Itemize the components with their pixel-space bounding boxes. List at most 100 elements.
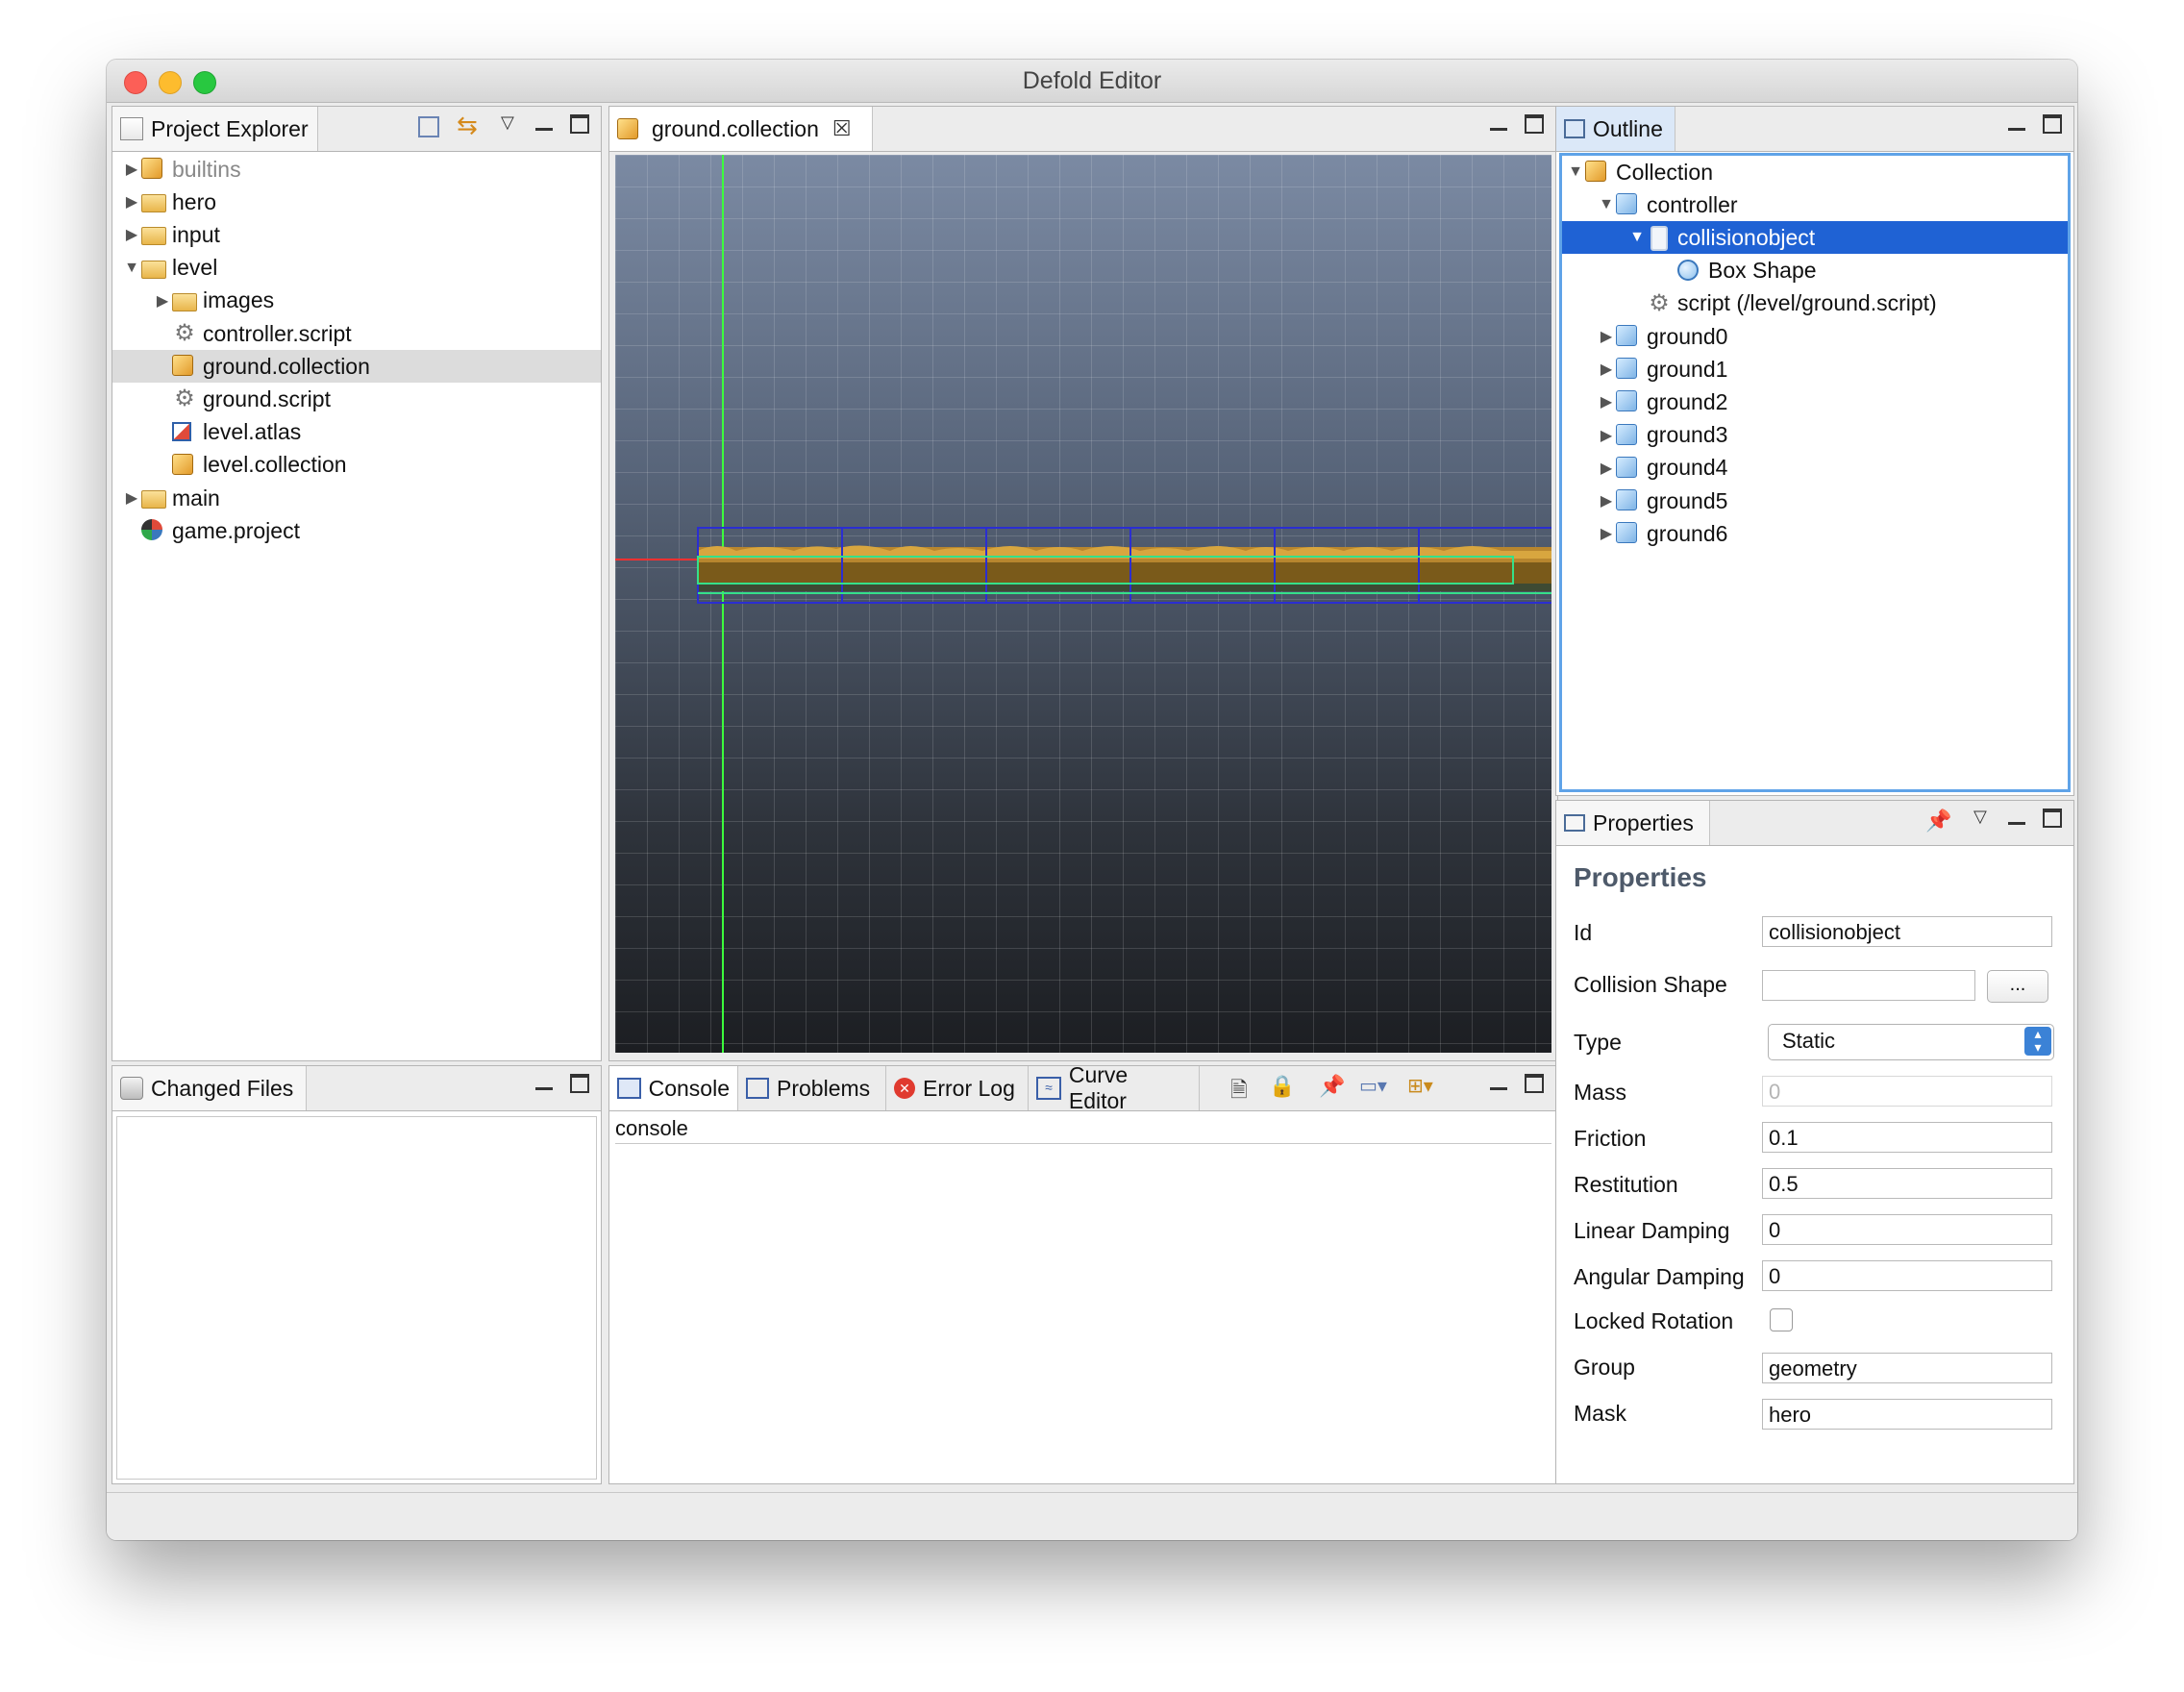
folder-open-icon [141,257,166,280]
tree-item[interactable]: level.collection [112,449,601,482]
editor-window: Defold Editor Project Explorer ⇆ ▽ ▶ buil… [107,60,2077,1540]
chevron-down-icon[interactable]: ▼ [1627,229,1647,246]
collapse-all-icon[interactable] [418,116,439,137]
view-menu-icon[interactable]: ▽ [501,112,514,133]
tree-item[interactable]: ground.collection [112,350,601,384]
tree-item[interactable]: ▼ Collection [1562,156,2068,188]
scene-viewport[interactable] [615,155,1551,1053]
pin-console-icon[interactable]: 📌 [1319,1074,1345,1099]
maximize-panel-icon[interactable] [2043,809,2062,834]
chevron-right-icon[interactable]: ▶ [1597,392,1616,411]
tab-console[interactable]: Console [609,1066,738,1110]
chevron-down-icon[interactable]: ▼ [1566,163,1585,181]
linear-damping-field[interactable]: 0 [1762,1214,2052,1245]
tree-item[interactable]: ▶ hero [112,186,601,218]
tree-item[interactable]: ▶ ground3 [1562,419,2068,452]
tree-item[interactable]: game.project [112,514,601,547]
scroll-lock-icon[interactable]: 🔒 [1269,1074,1295,1099]
tree-item[interactable]: Box Shape [1562,255,2068,287]
tree-item[interactable]: ▶ ground2 [1562,386,2068,418]
console-icon [617,1078,641,1099]
maximize-panel-icon[interactable] [1525,114,1544,139]
chevron-right-icon[interactable]: ▶ [122,192,141,212]
restitution-field[interactable]: 0.5 [1762,1168,2052,1199]
tree-item-label: level [172,255,218,281]
group-field[interactable]: geometry [1762,1353,2052,1383]
close-tab-icon[interactable]: ☒ [832,116,852,141]
tree-item[interactable]: ▶ ground6 [1562,517,2068,550]
chevron-right-icon[interactable]: ▶ [122,225,141,244]
open-console-icon[interactable]: ⊞▾ [1407,1074,1433,1098]
tree-item-label: ground.collection [203,353,370,379]
tree-item[interactable]: ⚙ script (/level/ground.script) [1562,287,2068,320]
mask-field[interactable]: hero [1762,1399,2052,1430]
script-gear-icon: ⚙ [174,320,195,346]
maximize-panel-icon[interactable] [1525,1074,1544,1099]
chevron-right-icon[interactable]: ▶ [1597,327,1616,346]
chevron-right-icon[interactable]: ▶ [122,488,141,508]
tree-item-label: game.project [172,517,300,543]
locked-rotation-checkbox[interactable] [1770,1308,1793,1331]
pin-properties-icon[interactable]: 📌 [1925,809,1951,834]
chevron-right-icon[interactable]: ▶ [122,160,141,179]
friction-field[interactable]: 0.1 [1762,1122,2052,1153]
view-menu-icon[interactable]: ▽ [1973,807,1987,827]
clear-console-icon[interactable]: 🗎 [1230,1074,1248,1110]
chevron-right-icon[interactable]: ▶ [1597,459,1616,478]
tree-item[interactable]: ▶ ground1 [1562,353,2068,386]
minimize-panel-icon[interactable] [1490,1074,1507,1099]
tree-item[interactable]: ▼ collisionobject [1562,221,2068,255]
type-select[interactable]: Static ▴ ▾ [1768,1024,2054,1060]
chevron-right-icon[interactable]: ▶ [1597,360,1616,379]
tree-item[interactable]: level.atlas [112,416,601,449]
link-editor-icon[interactable]: ⇆ [457,111,478,140]
tree-item[interactable]: ▼ controller [1562,188,2068,221]
tree-item[interactable]: ⚙ ground.script [112,383,601,415]
angular-damping-field[interactable]: 0 [1762,1260,2052,1291]
maximize-panel-icon[interactable] [570,1074,589,1099]
tree-item[interactable]: ▶ images [112,285,601,317]
tree-item[interactable]: ▶ input [112,218,601,251]
tree-item-label: ground2 [1647,388,1728,414]
chevron-right-icon[interactable]: ▶ [1597,524,1616,543]
chevron-down-icon[interactable]: ▼ [122,260,141,277]
tree-item[interactable]: ▼ level [112,252,601,285]
maximize-panel-icon[interactable] [570,114,589,139]
tab-project-explorer[interactable]: Project Explorer [112,107,318,151]
tab-properties[interactable]: Properties [1556,801,1710,845]
tab-changed-files[interactable]: Changed Files [112,1066,307,1110]
chevron-right-icon[interactable]: ▶ [153,291,172,311]
minimize-panel-icon[interactable] [535,1074,553,1099]
collision-shape-field[interactable] [1762,970,1975,1001]
chevron-right-icon[interactable]: ▶ [1597,426,1616,445]
id-field[interactable]: collisionobject [1762,916,2052,947]
minimize-panel-icon[interactable] [2008,809,2025,834]
chevron-right-icon[interactable]: ▶ [1597,491,1616,510]
tree-item[interactable]: ⚙ controller.script [112,317,601,350]
minimize-panel-icon[interactable] [535,114,553,139]
display-console-icon[interactable]: ▭▾ [1359,1074,1387,1098]
tab-problems[interactable]: Problems [738,1066,886,1110]
tree-item[interactable]: ▶ main [112,482,601,514]
scene-overlay [615,155,1551,1053]
tree-item-label: level.collection [203,452,347,478]
maximize-panel-icon[interactable] [2043,114,2062,139]
tree-item[interactable]: ▶ ground5 [1562,485,2068,517]
console-output[interactable] [615,1145,1551,1478]
game-object-icon [1616,193,1641,216]
minimize-panel-icon[interactable] [2008,114,2025,139]
tree-item[interactable]: ▶ ground0 [1562,320,2068,353]
tab-curve-editor[interactable]: ≈ Curve Editor [1029,1062,1200,1113]
tree-item[interactable]: ▶ ground4 [1562,452,2068,485]
tab-outline[interactable]: Outline [1556,107,1675,151]
tab-ground-collection[interactable]: ground.collection ☒ [609,107,873,151]
tree-item-label: ground0 [1647,323,1728,349]
tree-item[interactable]: ▶ builtins [112,153,601,186]
tab-error-log[interactable]: ✕ Error Log [886,1066,1029,1110]
tree-item-label: script (/level/ground.script) [1677,290,1937,316]
curve-editor-icon: ≈ [1036,1077,1061,1100]
browse-button[interactable]: ... [1987,970,2048,1003]
mass-label: Mass [1574,1080,1626,1105]
minimize-panel-icon[interactable] [1490,114,1507,139]
chevron-down-icon[interactable]: ▼ [1597,196,1616,213]
